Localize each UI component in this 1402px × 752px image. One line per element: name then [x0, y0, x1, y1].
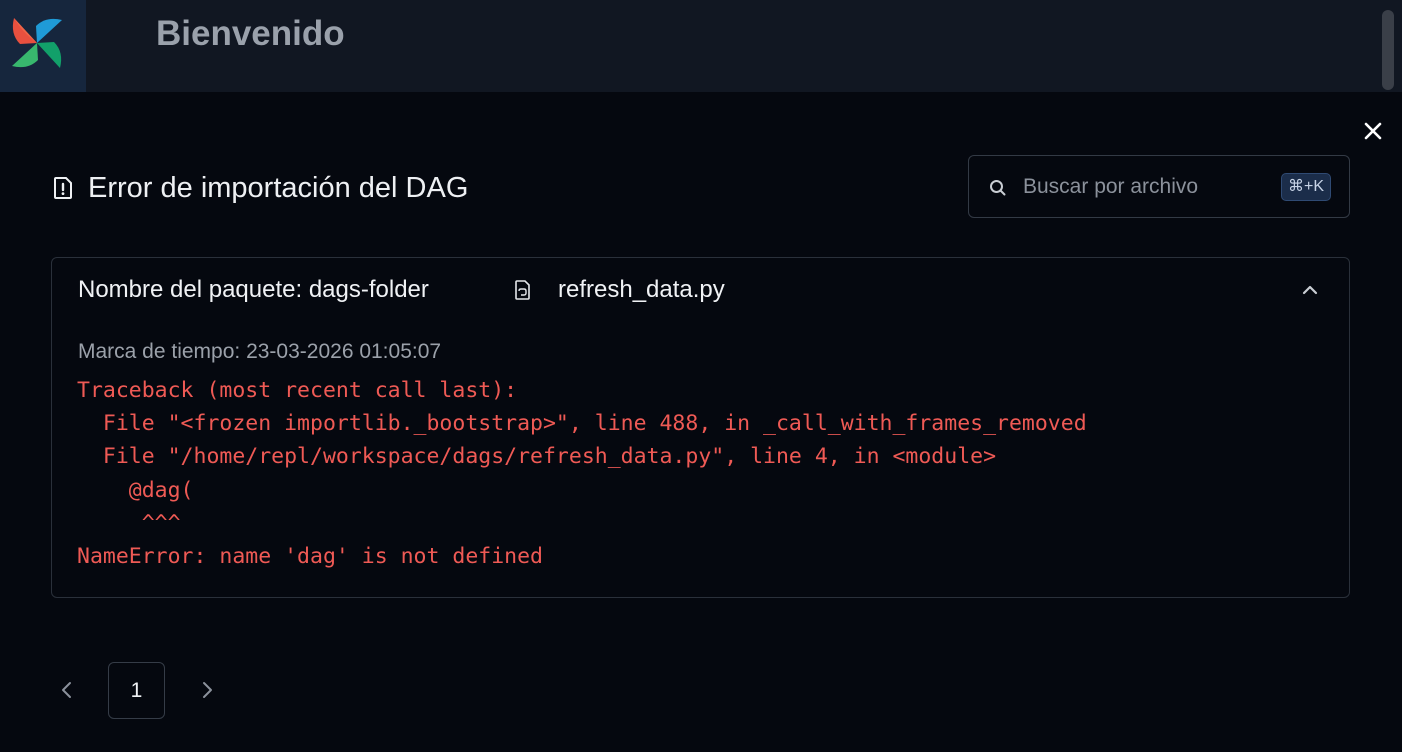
next-page-button[interactable] [198, 680, 216, 705]
file-warning-icon [54, 177, 72, 199]
previous-page-button[interactable] [58, 680, 76, 705]
chevron-up-icon [1302, 285, 1318, 295]
import-error-modal: Error de importación del DAG ⌘+K Nombre … [0, 92, 1402, 752]
app-logo[interactable] [0, 0, 86, 92]
modal-title: Error de importación del DAG [88, 171, 469, 204]
top-app-bar: Bienvenido [0, 0, 1402, 92]
file-search[interactable]: ⌘+K [968, 155, 1350, 218]
import-error-card: Nombre del paquete: dags-folder refresh_… [51, 257, 1350, 598]
close-button[interactable] [1360, 118, 1386, 144]
shortcut-badge: ⌘+K [1281, 173, 1331, 201]
chevron-left-icon [62, 682, 71, 698]
pinwheel-logo-icon [12, 18, 62, 68]
error-timestamp: Marca de tiempo: 23-03-2026 01:05:07 [78, 340, 442, 363]
error-traceback: Traceback (most recent call last): File … [77, 378, 1087, 570]
error-card-toggle[interactable]: Nombre del paquete: dags-folder refresh_… [52, 258, 1349, 324]
modal-header: Error de importación del DAG [52, 170, 468, 206]
page-title: Bienvenido [156, 14, 345, 53]
close-icon [1364, 122, 1382, 140]
python-file-icon [515, 280, 530, 300]
page-1-button[interactable]: 1 [108, 662, 165, 719]
chevron-right-icon [203, 682, 212, 698]
file-name: refresh_data.py [558, 276, 725, 303]
bundle-name: Nombre del paquete: dags-folder [78, 276, 429, 303]
scrollbar[interactable] [1382, 10, 1394, 90]
search-icon [990, 180, 1006, 196]
search-input[interactable] [1023, 170, 1273, 204]
